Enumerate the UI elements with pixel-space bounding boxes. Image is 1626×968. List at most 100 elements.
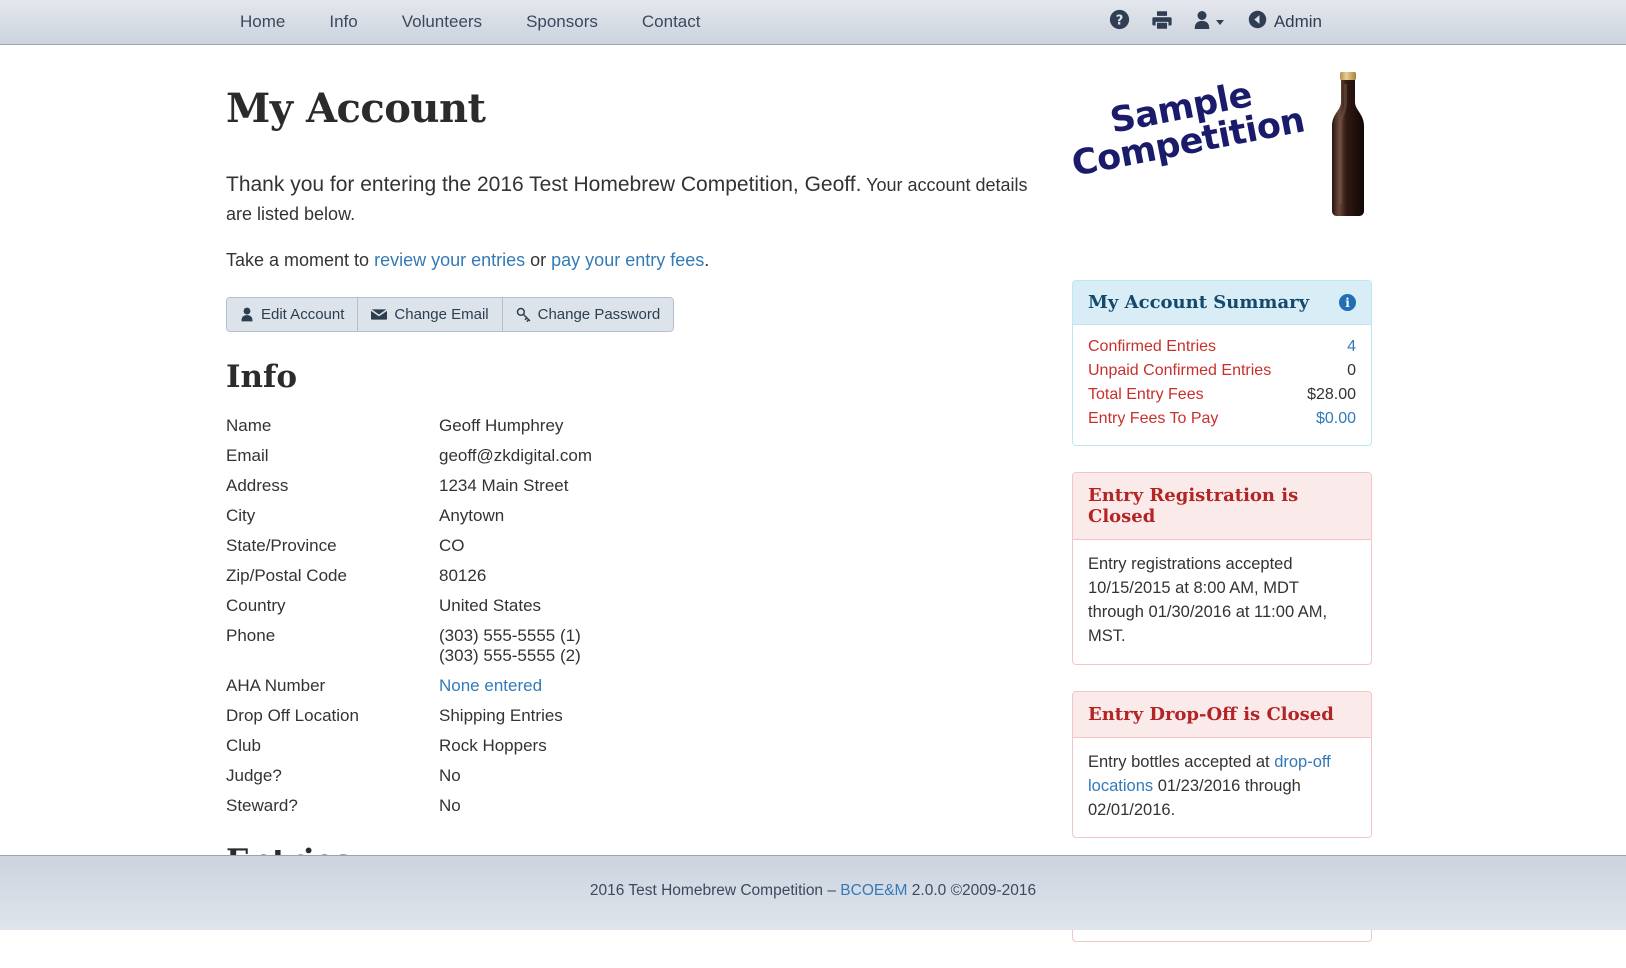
info-row: NameGeoff Humphrey — [226, 411, 1006, 441]
page-container: My Account Thank you for entering the 20… — [0, 45, 1626, 855]
info-row: Address1234 Main Street — [226, 471, 1006, 501]
status-panel-body: Entry bottles accepted at drop-off locat… — [1073, 738, 1371, 838]
account-action-button-group: Edit Account Change Email Change Password — [226, 297, 674, 332]
info-row: CityAnytown — [226, 501, 1006, 531]
competition-logo: Sample Competition — [1072, 67, 1372, 242]
info-row-label: Country — [226, 591, 439, 621]
pay-your-entry-fees-link[interactable]: pay your entry fees — [551, 250, 704, 270]
info-row-value: No — [439, 761, 1006, 791]
account-info-table: NameGeoff HumphreyEmailgeoff@zkdigital.c… — [226, 411, 1006, 821]
envelope-icon — [371, 308, 387, 321]
change-password-button[interactable]: Change Password — [502, 297, 675, 332]
account-summary-row-value[interactable]: $0.00 — [1316, 410, 1356, 428]
info-row-label: City — [226, 501, 439, 531]
info-row-value: Anytown — [439, 501, 1006, 531]
user-icon — [240, 307, 254, 322]
chevron-down-icon — [1216, 20, 1224, 25]
info-row: Drop Off LocationShipping Entries — [226, 701, 1006, 731]
info-row: Phone(303) 555-5555 (1)(303) 555-5555 (2… — [226, 621, 1006, 671]
navbar-right-actions: ? Admin — [1099, 0, 1336, 44]
info-row-value: Shipping Entries — [439, 701, 1006, 731]
button-label: Change Email — [394, 306, 488, 323]
info-row-label: Phone — [226, 621, 439, 671]
info-row-label: AHA Number — [226, 671, 439, 701]
info-row-value-line: (303) 555-5555 (1) — [439, 626, 1006, 646]
account-summary-row-value: $28.00 — [1307, 386, 1356, 404]
period-text: . — [704, 250, 709, 270]
info-row-label: Address — [226, 471, 439, 501]
info-circle-icon[interactable]: i — [1339, 294, 1356, 311]
or-text: or — [525, 250, 551, 270]
lead-paragraph: Thank you for entering the 2016 Test Hom… — [226, 169, 1046, 228]
print-button[interactable] — [1141, 0, 1183, 44]
beer-bottle-icon — [1327, 72, 1369, 217]
help-button[interactable]: ? — [1099, 0, 1141, 44]
status-panel: Entry Registration is Closed Entry regist… — [1072, 472, 1372, 665]
info-row-value: 80126 — [439, 561, 1006, 591]
change-email-button[interactable]: Change Email — [357, 297, 501, 332]
info-row: CountryUnited States — [226, 591, 1006, 621]
button-label: Edit Account — [261, 306, 344, 323]
question-circle-icon: ? — [1109, 9, 1130, 35]
info-row-value-line: (303) 555-5555 (2) — [439, 646, 1006, 666]
account-summary-row-label: Total Entry Fees — [1088, 386, 1204, 404]
account-summary-row: Entry Fees To Pay $0.00 — [1088, 407, 1356, 431]
main-content-column: My Account Thank you for entering the 20… — [226, 45, 1056, 895]
account-summary-panel: My Account Summary i Confirmed Entries 4 U… — [1072, 280, 1372, 446]
info-row-value[interactable]: None entered — [439, 671, 1006, 701]
info-row-label: Zip/Postal Code — [226, 561, 439, 591]
info-row-label: Judge? — [226, 761, 439, 791]
back-arrow-circle-icon — [1248, 10, 1267, 34]
user-menu-button[interactable] — [1183, 0, 1234, 44]
navbar-left-links: HomeInfoVolunteersSponsorsContact — [230, 0, 722, 44]
admin-label: Admin — [1274, 12, 1322, 32]
bcoem-link[interactable]: BCOE&M — [840, 882, 907, 899]
lead-bold-text: Thank you for entering the 2016 Test Hom… — [226, 173, 861, 196]
account-summary-row: Total Entry Fees $28.00 — [1088, 383, 1356, 407]
account-summary-panel-body: Confirmed Entries 4 Unpaid Confirmed Entri… — [1073, 325, 1371, 445]
info-row: AHA NumberNone entered — [226, 671, 1006, 701]
info-row-label: Steward? — [226, 791, 439, 821]
footer-text: 2016 Test Homebrew Competition – BCOE&M … — [590, 882, 1036, 900]
button-label: Change Password — [538, 306, 661, 323]
take-a-moment-paragraph: Take a moment to review your entries or … — [226, 250, 1056, 271]
printer-icon — [1151, 9, 1173, 36]
take-moment-prefix: Take a moment to — [226, 250, 374, 270]
info-row-value: 1234 Main Street — [439, 471, 1006, 501]
account-summary-title: My Account Summary — [1088, 292, 1309, 313]
info-row: Emailgeoff@zkdigital.com — [226, 441, 1006, 471]
info-row: ClubRock Hoppers — [226, 731, 1006, 761]
account-summary-row: Unpaid Confirmed Entries0 — [1088, 359, 1356, 383]
info-row-value: United States — [439, 591, 1006, 621]
account-summary-panel-header: My Account Summary i — [1073, 281, 1371, 325]
status-panel-title: Entry Drop-Off is Closed — [1088, 704, 1334, 725]
key-icon — [516, 307, 531, 322]
competition-logo-text: Sample Competition — [1062, 69, 1306, 183]
info-section-heading: Info — [226, 359, 1056, 395]
account-summary-row-value[interactable]: 4 — [1347, 338, 1356, 356]
info-row-value: Rock Hoppers — [439, 731, 1006, 761]
status-panel-body-prefix: Entry bottles accepted at — [1088, 753, 1274, 771]
nav-item-sponsors[interactable]: Sponsors — [504, 0, 620, 44]
account-summary-row-label: Entry Fees To Pay — [1088, 410, 1218, 428]
status-panel: Entry Drop-Off is Closed Entry bottles ac… — [1072, 691, 1372, 839]
nav-item-home[interactable]: Home — [230, 0, 307, 44]
account-summary-row: Confirmed Entries 4 — [1088, 335, 1356, 359]
nav-item-contact[interactable]: Contact — [620, 0, 723, 44]
edit-account-button[interactable]: Edit Account — [226, 297, 357, 332]
account-summary-row-label: Confirmed Entries — [1088, 338, 1216, 356]
status-panel-header: Entry Registration is Closed — [1073, 473, 1371, 540]
admin-link[interactable]: Admin — [1234, 0, 1336, 44]
info-row-value: Geoff Humphrey — [439, 411, 1006, 441]
status-panel-body-prefix: Entry registrations accepted 10/15/2015 … — [1088, 555, 1327, 645]
user-icon — [1193, 10, 1211, 35]
status-panel-header: Entry Drop-Off is Closed — [1073, 692, 1371, 738]
account-summary-row-value: 0 — [1347, 362, 1356, 380]
nav-item-volunteers[interactable]: Volunteers — [380, 0, 504, 44]
page-title: My Account — [226, 85, 1056, 132]
review-your-entries-link[interactable]: review your entries — [374, 250, 525, 270]
nav-item-info[interactable]: Info — [307, 0, 379, 44]
info-row: Judge?No — [226, 761, 1006, 791]
status-panel-title: Entry Registration is Closed — [1088, 485, 1298, 527]
info-row-value: geoff@zkdigital.com — [439, 441, 1006, 471]
